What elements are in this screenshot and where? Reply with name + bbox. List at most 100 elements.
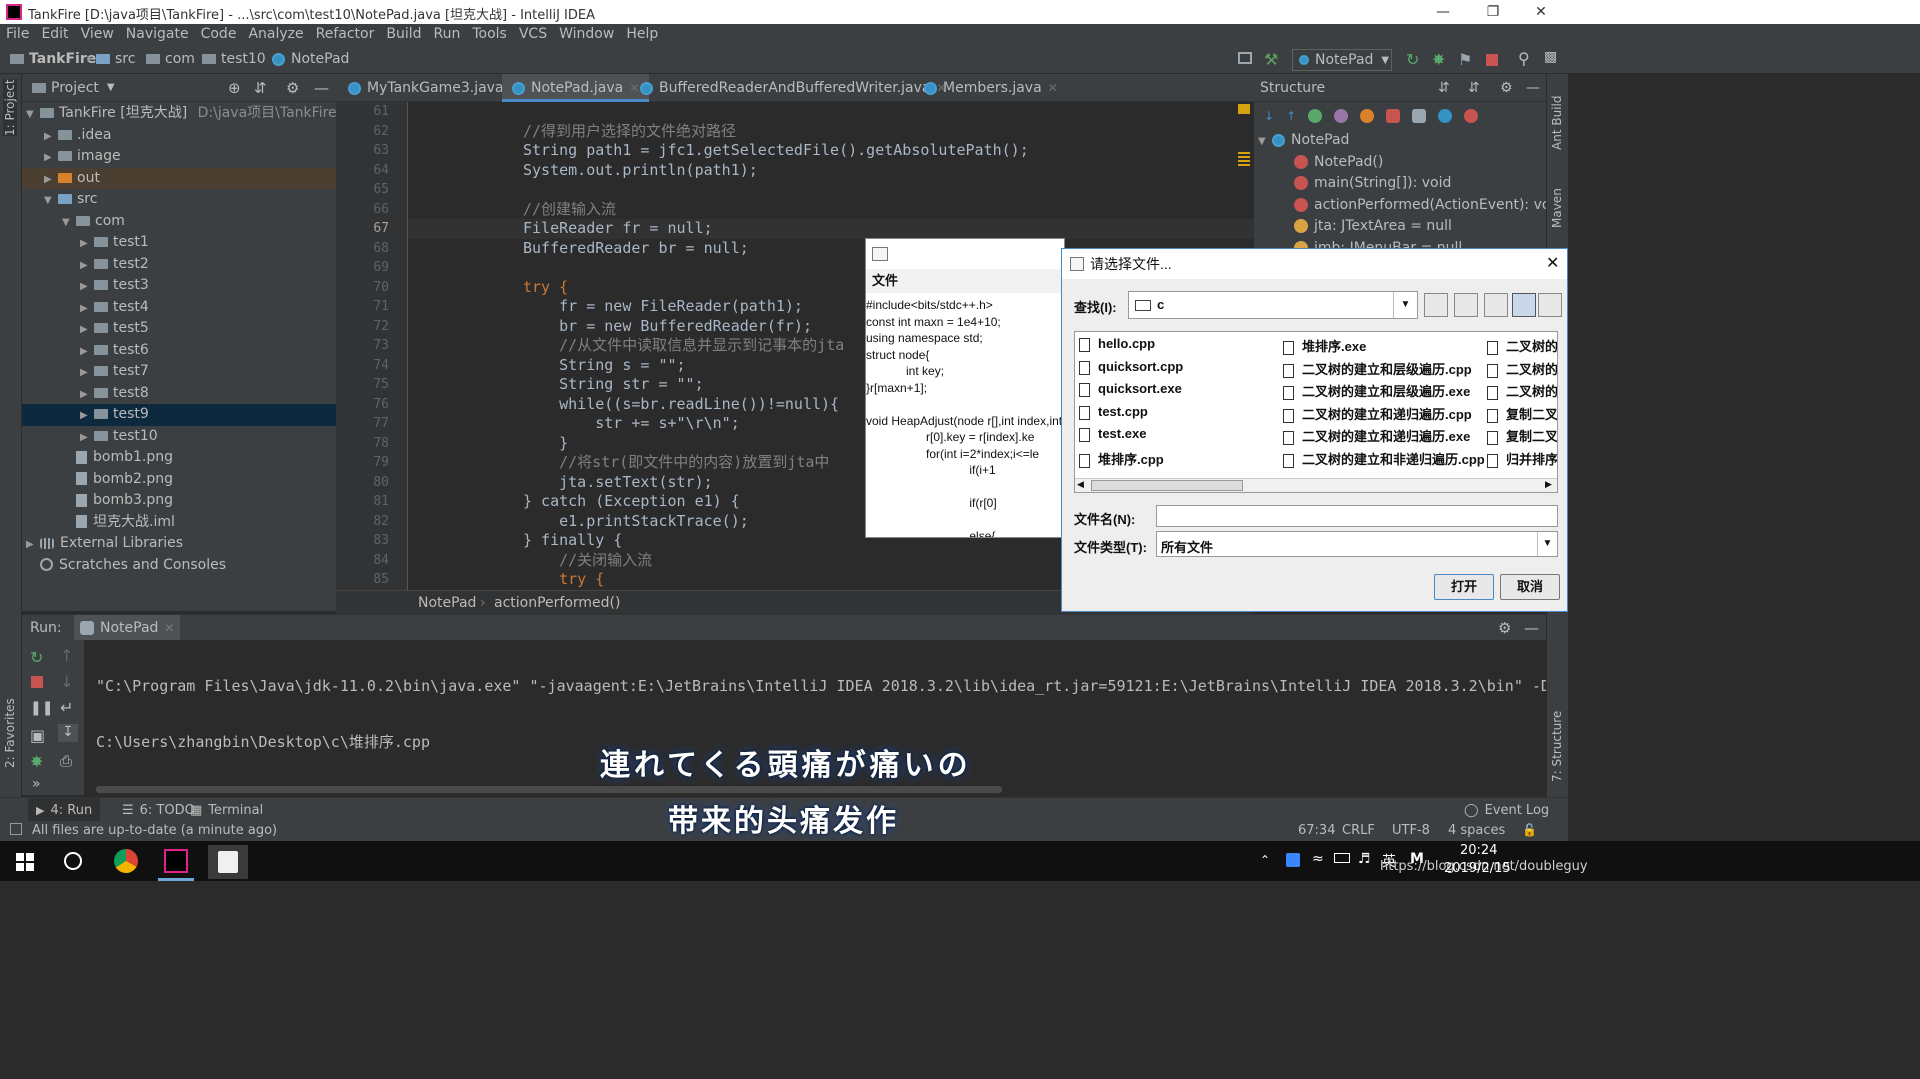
sort-visibility-icon[interactable]: ↑ [1286, 109, 1296, 123]
run-config-select[interactable]: NotePad ▼ [1292, 49, 1392, 71]
tray-app-icon[interactable] [1286, 853, 1300, 867]
gear-icon[interactable]: ⚙ [1500, 74, 1513, 102]
volume-icon[interactable]: ♬ [1358, 851, 1371, 867]
tree-item-scratches[interactable]: Scratches and Consoles [22, 555, 336, 577]
scroll-left-icon[interactable]: ◀ [1077, 479, 1084, 490]
tree-item-test6[interactable]: ▶ test6 [22, 340, 336, 362]
cortana-icon[interactable] [64, 852, 82, 870]
footer-crumb-class[interactable]: NotePad [418, 595, 476, 611]
chevron-down-icon[interactable]: ▼ [1537, 532, 1557, 556]
lock-icon[interactable]: 🔓 [1522, 823, 1537, 837]
structure-item[interactable]: actionPerformed(ActionEvent): void [1254, 195, 1563, 217]
up-folder-icon[interactable] [1424, 293, 1448, 317]
windows-start-icon[interactable] [16, 853, 34, 871]
tree-item-test4[interactable]: ▶ test4 [22, 297, 336, 319]
tree-item-bomb2[interactable]: bomb2.png [22, 469, 336, 491]
structure-item[interactable]: main(String[]): void [1254, 173, 1546, 195]
caret-position[interactable]: 67:34 [1298, 823, 1335, 838]
tree-item-test1[interactable]: ▶ test1 [22, 232, 336, 254]
console-scrollbar[interactable] [96, 786, 1002, 793]
menu-vcs[interactable]: VCS [513, 24, 553, 44]
debug-icon[interactable]: ✸ [30, 752, 43, 771]
coverage-icon[interactable]: ⚑ [1458, 50, 1472, 69]
tree-item-test8[interactable]: ▶ test8 [22, 383, 336, 405]
rerun-icon[interactable]: ↻ [1406, 50, 1419, 69]
menu-window[interactable]: Window [553, 24, 620, 44]
tree-item-test7[interactable]: ▶ test7 [22, 361, 336, 383]
file-item[interactable]: quicksort.exe [1079, 381, 1182, 397]
maven-side-tab[interactable]: Maven [1550, 188, 1564, 228]
chrome-icon[interactable] [114, 849, 138, 873]
menu-help[interactable]: Help [620, 24, 664, 44]
file-item[interactable]: 二叉树的建立和递归遍历.exe [1283, 426, 1470, 445]
structure-item[interactable]: NotePad() [1254, 152, 1546, 174]
close-window-button[interactable]: ✕ [1518, 0, 1564, 24]
tab-members[interactable]: Members.java ✕ [914, 74, 1068, 102]
menu-refactor[interactable]: Refactor [310, 24, 381, 44]
details-view-icon[interactable] [1538, 293, 1562, 317]
close-tab-icon[interactable]: ✕ [164, 621, 174, 635]
file-item[interactable]: 二叉树的 [1487, 381, 1557, 400]
filename-input[interactable] [1156, 505, 1558, 527]
file-item[interactable]: 二叉树的建立和递归遍历.cpp [1283, 404, 1472, 423]
project-view-select[interactable]: Project [51, 74, 99, 102]
horizontal-scrollbar[interactable]: ◀ ▶ [1075, 478, 1557, 492]
file-item[interactable]: 归并排序. [1487, 449, 1557, 468]
soft-wrap-icon[interactable]: ↵ [60, 698, 73, 717]
breadcrumb-project[interactable]: TankFire [10, 51, 96, 67]
warning-marker-icon[interactable] [1238, 104, 1250, 114]
build-hammer-icon[interactable]: ⚒ [1264, 50, 1278, 69]
debug-icon[interactable]: ✸ [1432, 50, 1445, 69]
breadcrumb-src[interactable]: src [96, 51, 135, 67]
file-item[interactable]: 二叉树的建立和层级遍历.exe [1283, 381, 1470, 400]
menu-edit[interactable]: Edit [35, 24, 74, 44]
indent-setting[interactable]: 4 spaces [1448, 823, 1505, 838]
tab-notepad[interactable]: NotePad.java ✕ [502, 74, 650, 102]
project-side-tab[interactable]: 1: Project [3, 79, 17, 136]
file-item[interactable]: 堆排序.exe [1283, 336, 1366, 355]
tab-mytankgame3[interactable]: MyTankGame3.java✕ [338, 74, 530, 102]
event-log-button[interactable]: ◯ Event Log [1460, 798, 1553, 822]
battery-icon[interactable] [1334, 853, 1350, 863]
tree-item-idea[interactable]: ▶ .idea [22, 125, 336, 147]
collapse-icon[interactable]: ⇵ [1468, 74, 1480, 102]
menu-build[interactable]: Build [380, 24, 427, 44]
footer-crumb-method[interactable]: actionPerformed() [494, 595, 620, 611]
locate-icon[interactable]: ⊕ [228, 74, 241, 102]
collapse-icon[interactable]: ⇵ [254, 74, 267, 102]
menu-file[interactable]: File [0, 24, 35, 44]
restore-button[interactable]: ❐ [1470, 0, 1516, 24]
tree-item-test5[interactable]: ▶ test5 [22, 318, 336, 340]
stop-icon[interactable] [1486, 54, 1498, 66]
tree-item-image[interactable]: ▶ image [22, 146, 336, 168]
properties-icon[interactable] [1334, 109, 1349, 123]
stop-icon[interactable] [31, 676, 43, 688]
tree-item-test2[interactable]: ▶ test2 [22, 254, 336, 276]
structure-side-tab[interactable]: 7: Structure [1550, 711, 1564, 782]
menu-view[interactable]: View [75, 24, 120, 44]
gear-icon[interactable]: ⚙ [286, 74, 299, 102]
file-list[interactable]: hello.cpp quicksort.cpp quicksort.exe te… [1074, 331, 1558, 493]
rerun-icon[interactable]: ↻ [30, 648, 43, 667]
tray-expand-icon[interactable]: ⌃ [1260, 853, 1270, 867]
tab-run[interactable]: ▶ 4: Run [28, 798, 101, 822]
non-public-icon[interactable] [1386, 109, 1401, 123]
file-item[interactable]: test.exe [1079, 426, 1146, 442]
file-item[interactable]: 二叉树的 [1487, 359, 1557, 378]
scroll-to-end-icon[interactable]: ↧ [58, 724, 78, 742]
hide-icon[interactable]: — [1524, 619, 1539, 637]
structure-item[interactable]: jta: JTextArea = null [1254, 216, 1546, 238]
menu-code[interactable]: Code [195, 24, 243, 44]
up-arrow-icon[interactable]: ↑ [60, 646, 73, 665]
file-item[interactable]: 堆排序.cpp [1079, 449, 1164, 468]
breadcrumb-test10[interactable]: test10 [202, 51, 266, 67]
clock-date[interactable]: 2019/2/15 [1444, 861, 1511, 876]
sort-alpha-icon[interactable]: ↓ [1264, 109, 1274, 123]
menu-tools[interactable]: Tools [466, 24, 513, 44]
file-item[interactable]: 二叉树的 [1487, 336, 1557, 355]
status-toggle-icon[interactable] [10, 823, 22, 835]
anonymous-icon[interactable] [1438, 109, 1453, 123]
print-icon[interactable]: ⎙ [60, 752, 72, 770]
tab-terminal[interactable]: ▦ Terminal [182, 798, 271, 822]
file-item[interactable]: 复制二叉 [1487, 404, 1557, 423]
